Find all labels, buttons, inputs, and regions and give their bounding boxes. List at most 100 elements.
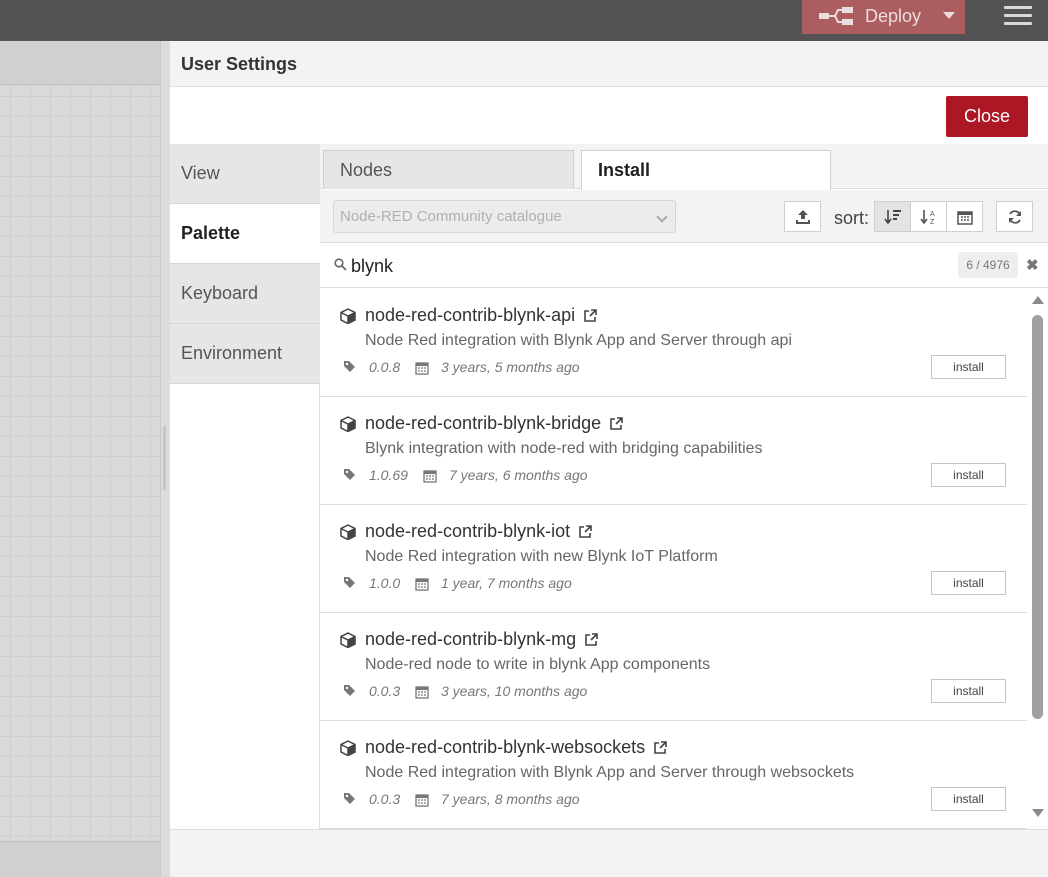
- svg-text:A: A: [930, 211, 935, 218]
- list-item: node-red-contrib-blynk-iot Node Red inte…: [320, 505, 1027, 613]
- dialog-title: User Settings: [181, 54, 298, 74]
- main-menu-icon[interactable]: [1004, 6, 1032, 28]
- result-count-badge: 6 / 4976: [958, 252, 1018, 278]
- package-icon: [340, 632, 356, 648]
- search-input[interactable]: [351, 254, 951, 278]
- node-version: 0.0.3: [369, 683, 401, 699]
- calendar-icon: [415, 578, 429, 591]
- upload-module-button[interactable]: [784, 201, 821, 232]
- tag-icon: [344, 361, 355, 372]
- sort-alpha-icon: A Z: [919, 209, 935, 226]
- package-icon: [340, 308, 356, 324]
- dialog-titlebar: User Settings: [170, 41, 1048, 87]
- side-tab-keyboard[interactable]: Keyboard: [170, 264, 320, 324]
- tag-icon: [344, 685, 355, 696]
- sort-amount-icon: [883, 209, 901, 224]
- external-link-icon[interactable]: [609, 417, 623, 431]
- node-name[interactable]: node-red-contrib-blynk-websockets: [365, 737, 667, 758]
- tag-icon: [344, 469, 355, 480]
- node-version: 0.0.8: [369, 359, 401, 375]
- search-bar: 6 / 4976 ✖: [320, 244, 1048, 288]
- tag-icon: [344, 577, 355, 588]
- user-settings-dialog: User Settings Close View Palette Keyboar…: [170, 41, 1048, 877]
- catalog-select[interactable]: Node-RED Community catalogue: [333, 200, 676, 233]
- external-link-icon[interactable]: [583, 309, 597, 323]
- search-icon: [334, 258, 347, 271]
- node-name[interactable]: node-red-contrib-blynk-bridge: [365, 413, 623, 434]
- workspace-tab-bar: [0, 41, 160, 85]
- external-link-icon[interactable]: [578, 525, 592, 539]
- node-description: Node Red integration with Blynk App and …: [365, 764, 855, 781]
- node-updated: 7 years, 8 months ago: [441, 791, 580, 807]
- node-name[interactable]: node-red-contrib-blynk-api: [365, 305, 597, 326]
- top-header: Deploy: [0, 0, 1048, 41]
- external-link-icon[interactable]: [584, 633, 598, 647]
- refresh-catalog-button[interactable]: [996, 201, 1033, 232]
- upload-icon: [795, 209, 810, 224]
- node-description: Node Red integration with new Blynk IoT …: [365, 548, 718, 565]
- node-updated: 7 years, 6 months ago: [449, 467, 588, 483]
- side-tab-palette[interactable]: Palette: [170, 204, 320, 264]
- clear-search-icon[interactable]: ✖: [1026, 256, 1039, 274]
- node-description: Node Red integration with Blynk App and …: [365, 332, 792, 349]
- scroll-up-icon[interactable]: [1032, 296, 1044, 304]
- calendar-icon: [415, 794, 429, 807]
- side-tab-view[interactable]: View: [170, 144, 320, 204]
- sort-label: sort:: [834, 208, 870, 228]
- calendar-icon: [415, 686, 429, 699]
- close-button[interactable]: Close: [946, 96, 1028, 137]
- node-updated: 3 years, 10 months ago: [441, 683, 588, 699]
- scroll-down-icon[interactable]: [1032, 809, 1044, 817]
- calendar-icon: [956, 210, 973, 225]
- dialog-footer: [170, 829, 1048, 877]
- package-icon: [340, 416, 356, 432]
- node-updated: 1 year, 7 months ago: [441, 575, 572, 591]
- external-link-icon[interactable]: [653, 741, 667, 755]
- node-version: 0.0.3: [369, 791, 401, 807]
- tab-install[interactable]: Install: [581, 150, 831, 190]
- install-filter-bar: Node-RED Community catalogue sort: A Z: [320, 190, 1048, 243]
- node-list: node-red-contrib-blynk-api Node Red inte…: [320, 289, 1027, 829]
- svg-text:Z: Z: [930, 219, 935, 226]
- list-item: node-red-contrib-blynk-api Node Red inte…: [320, 289, 1027, 397]
- install-button[interactable]: install: [931, 679, 1006, 703]
- package-icon: [340, 740, 356, 756]
- calendar-icon: [415, 362, 429, 375]
- list-item: node-red-contrib-blynk-bridge Blynk inte…: [320, 397, 1027, 505]
- sort-date-button[interactable]: [946, 201, 983, 232]
- workspace: [0, 41, 160, 877]
- sort-by-relevance-button[interactable]: [874, 201, 911, 232]
- side-tab-environment[interactable]: Environment: [170, 324, 320, 384]
- sidebar-splitter[interactable]: [160, 41, 170, 877]
- deploy-dropdown-icon[interactable]: [943, 12, 955, 19]
- workspace-canvas[interactable]: [0, 86, 160, 840]
- refresh-icon: [1008, 209, 1021, 224]
- sort-alpha-button[interactable]: A Z: [910, 201, 947, 232]
- list-item: node-red-contrib-blynk-mg Node-red node …: [320, 613, 1027, 721]
- calendar-icon: [423, 470, 437, 483]
- node-version: 1.0.0: [369, 575, 401, 591]
- node-version: 1.0.69: [369, 467, 408, 483]
- node-name[interactable]: node-red-contrib-blynk-iot: [365, 521, 592, 542]
- list-item: node-red-contrib-blynk-websockets Node R…: [320, 721, 1027, 829]
- install-button[interactable]: install: [931, 787, 1006, 811]
- scroll-thumb[interactable]: [1032, 315, 1043, 719]
- workspace-footer: [0, 841, 160, 877]
- tab-nodes[interactable]: Nodes: [323, 150, 574, 189]
- install-button[interactable]: install: [931, 355, 1006, 379]
- node-description: Blynk integration with node-red with bri…: [365, 440, 763, 457]
- node-name[interactable]: node-red-contrib-blynk-mg: [365, 629, 598, 650]
- settings-side-tabs: View Palette Keyboard Environment: [170, 144, 320, 829]
- palette-tabs: Nodes Install: [320, 144, 1048, 190]
- splitter-grip[interactable]: [163, 426, 166, 490]
- install-button[interactable]: install: [931, 571, 1006, 595]
- chevron-down-icon: [656, 211, 668, 223]
- install-button[interactable]: install: [931, 463, 1006, 487]
- tag-icon: [344, 793, 355, 804]
- dialog-toolbar: [170, 87, 1048, 144]
- node-list-scrollbar[interactable]: [1027, 289, 1048, 829]
- deploy-flow-icon: [819, 7, 853, 25]
- deploy-button[interactable]: Deploy: [802, 0, 965, 34]
- node-updated: 3 years, 5 months ago: [441, 359, 580, 375]
- palette-panel: Nodes Install Node-RED Community catalog…: [320, 144, 1048, 829]
